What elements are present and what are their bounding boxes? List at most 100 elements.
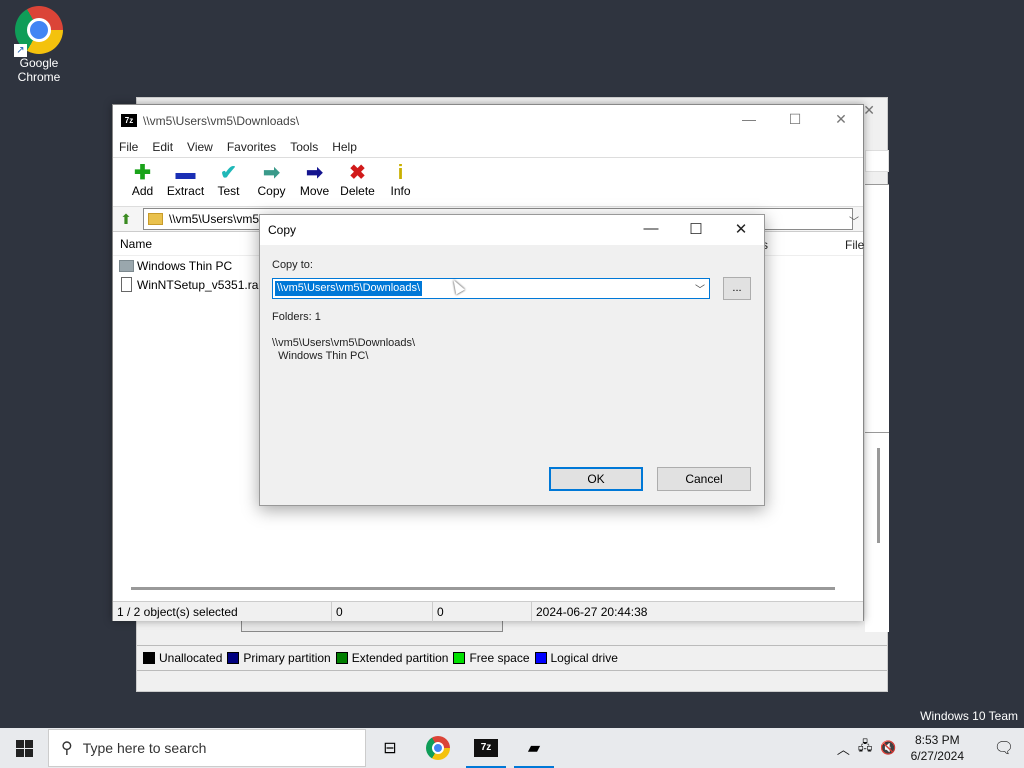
- status-bar: 1 / 2 object(s) selected 0 0 2024-06-27 …: [113, 601, 863, 622]
- start-button[interactable]: [0, 728, 48, 768]
- maximize-icon[interactable]: ☐: [674, 220, 718, 238]
- info-button[interactable]: i Info: [379, 162, 422, 198]
- address-text: \\vm5\Users\vm5: [169, 212, 260, 226]
- legend-item: Unallocated: [143, 651, 222, 665]
- dialog-title: Copy: [268, 223, 297, 237]
- folder-up-icon[interactable]: ⬆: [117, 210, 135, 228]
- search-box[interactable]: ⚲ Type here to search: [48, 729, 366, 767]
- column-header-name[interactable]: Name: [120, 237, 152, 251]
- partition-legend: Unallocated Primary partition Extended p…: [137, 645, 887, 671]
- menu-view[interactable]: View: [187, 140, 213, 154]
- legend-item: Extended partition: [335, 651, 448, 665]
- chevron-down-icon[interactable]: ﹀: [695, 281, 705, 296]
- menu-bar: File Edit View Favorites Tools Help: [113, 136, 863, 158]
- background-panel: [865, 150, 889, 172]
- titlebar[interactable]: 7z \\vm5\Users\vm5\Downloads\ — ☐ ✕: [113, 105, 863, 136]
- chevron-down-icon[interactable]: ﹀: [849, 213, 859, 228]
- taskbar-disk-tool[interactable]: ▰: [510, 728, 558, 768]
- copy-to-path[interactable]: \\vm5\Users\vm5\Downloads\: [275, 281, 423, 296]
- task-view-button[interactable]: ⊟: [366, 728, 414, 768]
- desktop-icon-label: Chrome: [17, 70, 61, 84]
- folder-icon: [148, 213, 163, 225]
- taskbar: ⚲ Type here to search ⊟ 7z ▰ ︿ 🖧 🔇 8:53 …: [0, 728, 1024, 768]
- menu-favorites[interactable]: Favorites: [227, 140, 276, 154]
- menu-edit[interactable]: Edit: [152, 140, 173, 154]
- folder-icon: [119, 259, 134, 272]
- legend-swatch: [534, 652, 547, 664]
- legend-item: Logical drive: [534, 651, 618, 665]
- copy-arrow-icon: ➡: [263, 162, 280, 184]
- search-placeholder: Type here to search: [82, 740, 207, 756]
- minimize-icon[interactable]: —: [726, 111, 772, 127]
- search-icon: ⚲: [61, 740, 73, 757]
- delete-x-icon: ✖: [349, 162, 366, 184]
- legend-swatch: [453, 652, 466, 664]
- column-header-file[interactable]: File: [845, 238, 864, 252]
- move-button[interactable]: ➡ Move: [293, 162, 336, 198]
- 7zip-app-icon: 7z: [474, 739, 498, 757]
- move-arrow-icon: ➡: [306, 162, 323, 184]
- folders-count: Folders: 1: [272, 311, 321, 323]
- desktop-icon-label: Google: [19, 56, 59, 70]
- taskbar-chrome[interactable]: [414, 728, 462, 768]
- windows-logo-icon: [15, 739, 33, 757]
- legend-swatch: [335, 652, 348, 664]
- source-paths: \\vm5\Users\vm5\Downloads\ Windows Thin …: [272, 337, 416, 362]
- file-name: Windows Thin PC: [137, 258, 233, 273]
- minus-icon: ▬: [175, 162, 196, 184]
- menu-tools[interactable]: Tools: [290, 140, 318, 154]
- scrollbar[interactable]: [877, 448, 880, 543]
- copy-dialog: Copy — ☐ ✕ Copy to: \\vm5\Users\vm5\Down…: [259, 214, 765, 506]
- chevron-up-icon[interactable]: ︿: [837, 739, 850, 758]
- status-selected: 1 / 2 object(s) selected: [113, 601, 332, 622]
- ok-button[interactable]: OK: [549, 467, 643, 491]
- network-icon[interactable]: 🖧: [858, 737, 873, 759]
- add-button[interactable]: ✚ Add: [121, 162, 164, 198]
- volume-muted-icon[interactable]: 🔇: [880, 740, 896, 756]
- close-icon[interactable]: ✕: [863, 102, 875, 119]
- status-size: 0: [332, 601, 433, 622]
- partition-block: [241, 620, 503, 632]
- maximize-icon[interactable]: ☐: [772, 111, 818, 128]
- test-button[interactable]: ✔ Test: [207, 162, 250, 198]
- close-icon[interactable]: ✕: [818, 111, 864, 128]
- status-modified: 2024-06-27 20:44:38: [536, 604, 648, 619]
- chrome-icon: [426, 736, 450, 760]
- delete-button[interactable]: ✖ Delete: [336, 162, 379, 198]
- minimize-icon[interactable]: —: [629, 220, 673, 237]
- copy-button[interactable]: ➡ Copy: [250, 162, 293, 198]
- legend-swatch: [143, 652, 155, 664]
- close-icon[interactable]: ✕: [719, 220, 763, 238]
- checkmark-icon: ✔: [220, 162, 237, 184]
- disk-tool-icon: ▰: [527, 740, 541, 757]
- status-packed-size: 0: [433, 601, 532, 622]
- plus-icon: ✚: [134, 162, 151, 184]
- cancel-button[interactable]: Cancel: [657, 467, 751, 491]
- file-name: WinNTSetup_v5351.rar: [137, 277, 263, 292]
- menu-help[interactable]: Help: [332, 140, 357, 154]
- file-icon: [121, 277, 132, 292]
- window-title: \\vm5\Users\vm5\Downloads\: [143, 113, 300, 128]
- background-panel: [865, 184, 889, 432]
- clock[interactable]: 8:53 PM 6/27/2024: [911, 732, 964, 764]
- info-icon: i: [397, 162, 404, 184]
- shortcut-arrow-icon: ↗: [14, 44, 27, 57]
- task-view-icon: ⊟: [383, 740, 397, 757]
- clock-date: 6/27/2024: [910, 749, 964, 763]
- menu-file[interactable]: File: [119, 140, 138, 154]
- clock-time: 8:53 PM: [914, 733, 960, 747]
- extract-button[interactable]: ▬ Extract: [164, 162, 207, 198]
- copy-to-combobox[interactable]: \\vm5\Users\vm5\Downloads\ ﹀: [272, 278, 710, 299]
- taskbar-7zip[interactable]: 7z: [462, 728, 510, 768]
- toolbar: ✚ Add ▬ Extract ✔ Test ➡ Copy ➡ Move ✖ Delete …: [113, 158, 863, 206]
- notification-center-icon[interactable]: 🗨: [984, 738, 1024, 758]
- edition-watermark: Windows 10 Team: [920, 709, 1018, 723]
- legend-item: Free space: [453, 651, 530, 665]
- horizontal-scrollbar[interactable]: [131, 587, 835, 590]
- system-tray: ︿ 🖧 🔇 8:53 PM 6/27/2024 🗨: [837, 728, 1024, 768]
- browse-button[interactable]: ...: [723, 277, 751, 300]
- legend-item: Primary partition: [227, 651, 331, 665]
- desktop-icon-google-chrome[interactable]: ↗ Google Chrome: [8, 6, 70, 84]
- legend-swatch: [227, 652, 240, 664]
- 7zip-app-icon: 7z: [121, 114, 137, 127]
